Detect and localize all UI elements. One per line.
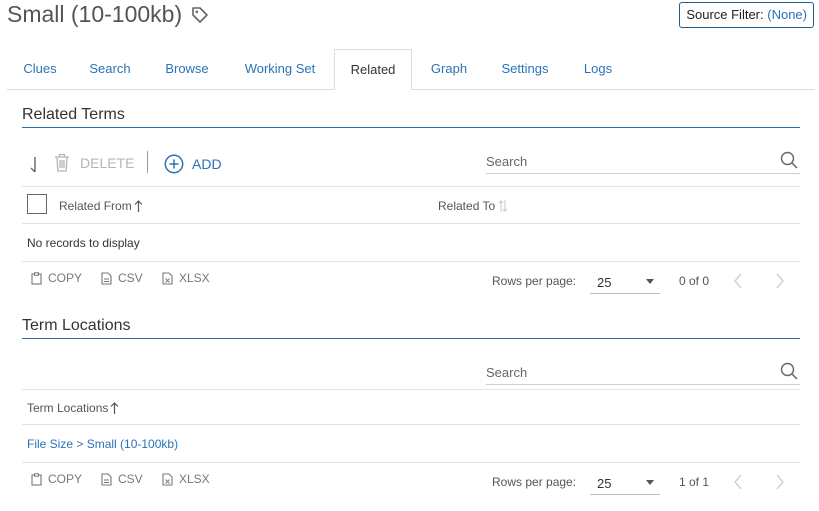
tab-search[interactable]: Search	[79, 49, 141, 89]
page-title: Small (10-100kb)	[7, 1, 209, 28]
csv-file-icon	[101, 271, 112, 285]
sort-both-icon	[498, 200, 508, 212]
table-divider	[22, 223, 800, 224]
delete-button[interactable]: DELETE	[54, 153, 134, 172]
sort-ascending-icon	[134, 200, 143, 212]
next-page-icon[interactable]	[775, 474, 785, 495]
csv-file-icon	[101, 472, 112, 486]
xlsx-button[interactable]: XLSX	[162, 472, 210, 486]
xlsx-file-icon	[162, 271, 173, 285]
csv-label: CSV	[118, 472, 143, 486]
term-locations-search-input[interactable]	[486, 362, 766, 382]
page-title-text: Small (10-100kb)	[7, 1, 183, 27]
xlsx-file-icon	[162, 472, 173, 486]
rows-per-page-label: Rows per page:	[492, 475, 577, 489]
toolbar-separator	[147, 151, 148, 173]
add-button[interactable]: ADD	[164, 154, 222, 174]
pagination-range: 0 of 0	[679, 274, 710, 288]
copy-label: COPY	[48, 472, 83, 486]
rows-per-page-select[interactable]: 25	[590, 472, 660, 495]
copy-button[interactable]: COPY	[31, 271, 82, 285]
column-header-term-locations-label: Term Locations	[27, 401, 109, 415]
column-header-term-locations[interactable]: Term Locations	[27, 401, 119, 415]
csv-button[interactable]: CSV	[101, 472, 143, 486]
related-terms-title: Related Terms	[22, 106, 125, 123]
column-header-related-from[interactable]: Related From	[59, 199, 143, 213]
tab-bar: Clues Search Browse Working Set Related …	[7, 49, 815, 90]
tab-settings[interactable]: Settings	[491, 49, 559, 89]
term-locations-title: Term Locations	[22, 317, 131, 334]
xlsx-label: XLSX	[179, 271, 210, 285]
next-page-icon[interactable]	[775, 273, 785, 294]
xlsx-button[interactable]: XLSX	[162, 271, 210, 285]
previous-page-icon[interactable]	[733, 273, 743, 294]
sort-ascending-icon	[110, 402, 119, 414]
term-locations-search	[486, 362, 800, 385]
table-divider	[22, 389, 800, 390]
add-label: ADD	[192, 156, 222, 172]
source-filter-button[interactable]: Source Filter: (None)	[679, 2, 814, 28]
tab-browse[interactable]: Browse	[155, 49, 219, 89]
column-header-related-to[interactable]: Related To	[438, 199, 508, 213]
xlsx-label: XLSX	[179, 472, 210, 486]
sort-arrow-icon[interactable]	[29, 155, 41, 180]
search-icon[interactable]	[780, 362, 798, 385]
table-divider	[22, 462, 800, 463]
chevron-down-icon	[646, 480, 654, 485]
tab-logs[interactable]: Logs	[572, 49, 624, 89]
pagination-range: 1 of 1	[679, 475, 710, 489]
tab-graph[interactable]: Graph	[419, 49, 479, 89]
chevron-down-icon	[646, 279, 654, 284]
trash-icon	[55, 153, 69, 172]
tag-icon[interactable]	[191, 6, 209, 24]
copy-label: COPY	[48, 271, 83, 285]
copy-icon	[31, 271, 42, 285]
csv-button[interactable]: CSV	[101, 271, 143, 285]
term-locations-divider	[22, 338, 800, 339]
delete-label: DELETE	[80, 154, 135, 171]
term-location-link[interactable]: File Size > Small (10-100kb)	[27, 437, 178, 451]
table-divider	[22, 424, 800, 425]
select-all-checkbox[interactable]	[27, 194, 47, 214]
tab-clues[interactable]: Clues	[7, 49, 73, 89]
rows-per-page-select[interactable]: 25	[590, 271, 660, 294]
csv-label: CSV	[118, 271, 143, 285]
related-terms-search	[486, 151, 800, 174]
related-terms-search-input[interactable]	[486, 151, 766, 171]
copy-icon	[31, 472, 42, 486]
column-header-related-from-label: Related From	[59, 199, 132, 213]
tab-related[interactable]: Related	[334, 49, 412, 90]
table-divider	[22, 261, 800, 262]
source-filter-value: (None)	[767, 7, 807, 22]
rows-per-page-value: 25	[597, 476, 612, 491]
rows-per-page-label: Rows per page:	[492, 274, 577, 288]
related-terms-divider	[22, 127, 800, 128]
previous-page-icon[interactable]	[733, 474, 743, 495]
source-filter-label: Source Filter:	[686, 7, 764, 22]
search-icon[interactable]	[780, 151, 798, 174]
empty-message: No records to display	[27, 236, 140, 250]
tab-working-set[interactable]: Working Set	[235, 49, 325, 89]
add-circle-icon	[164, 154, 184, 174]
copy-button[interactable]: COPY	[31, 472, 82, 486]
rows-per-page-value: 25	[597, 275, 612, 290]
table-divider	[22, 186, 800, 187]
column-header-related-to-label: Related To	[438, 199, 496, 213]
